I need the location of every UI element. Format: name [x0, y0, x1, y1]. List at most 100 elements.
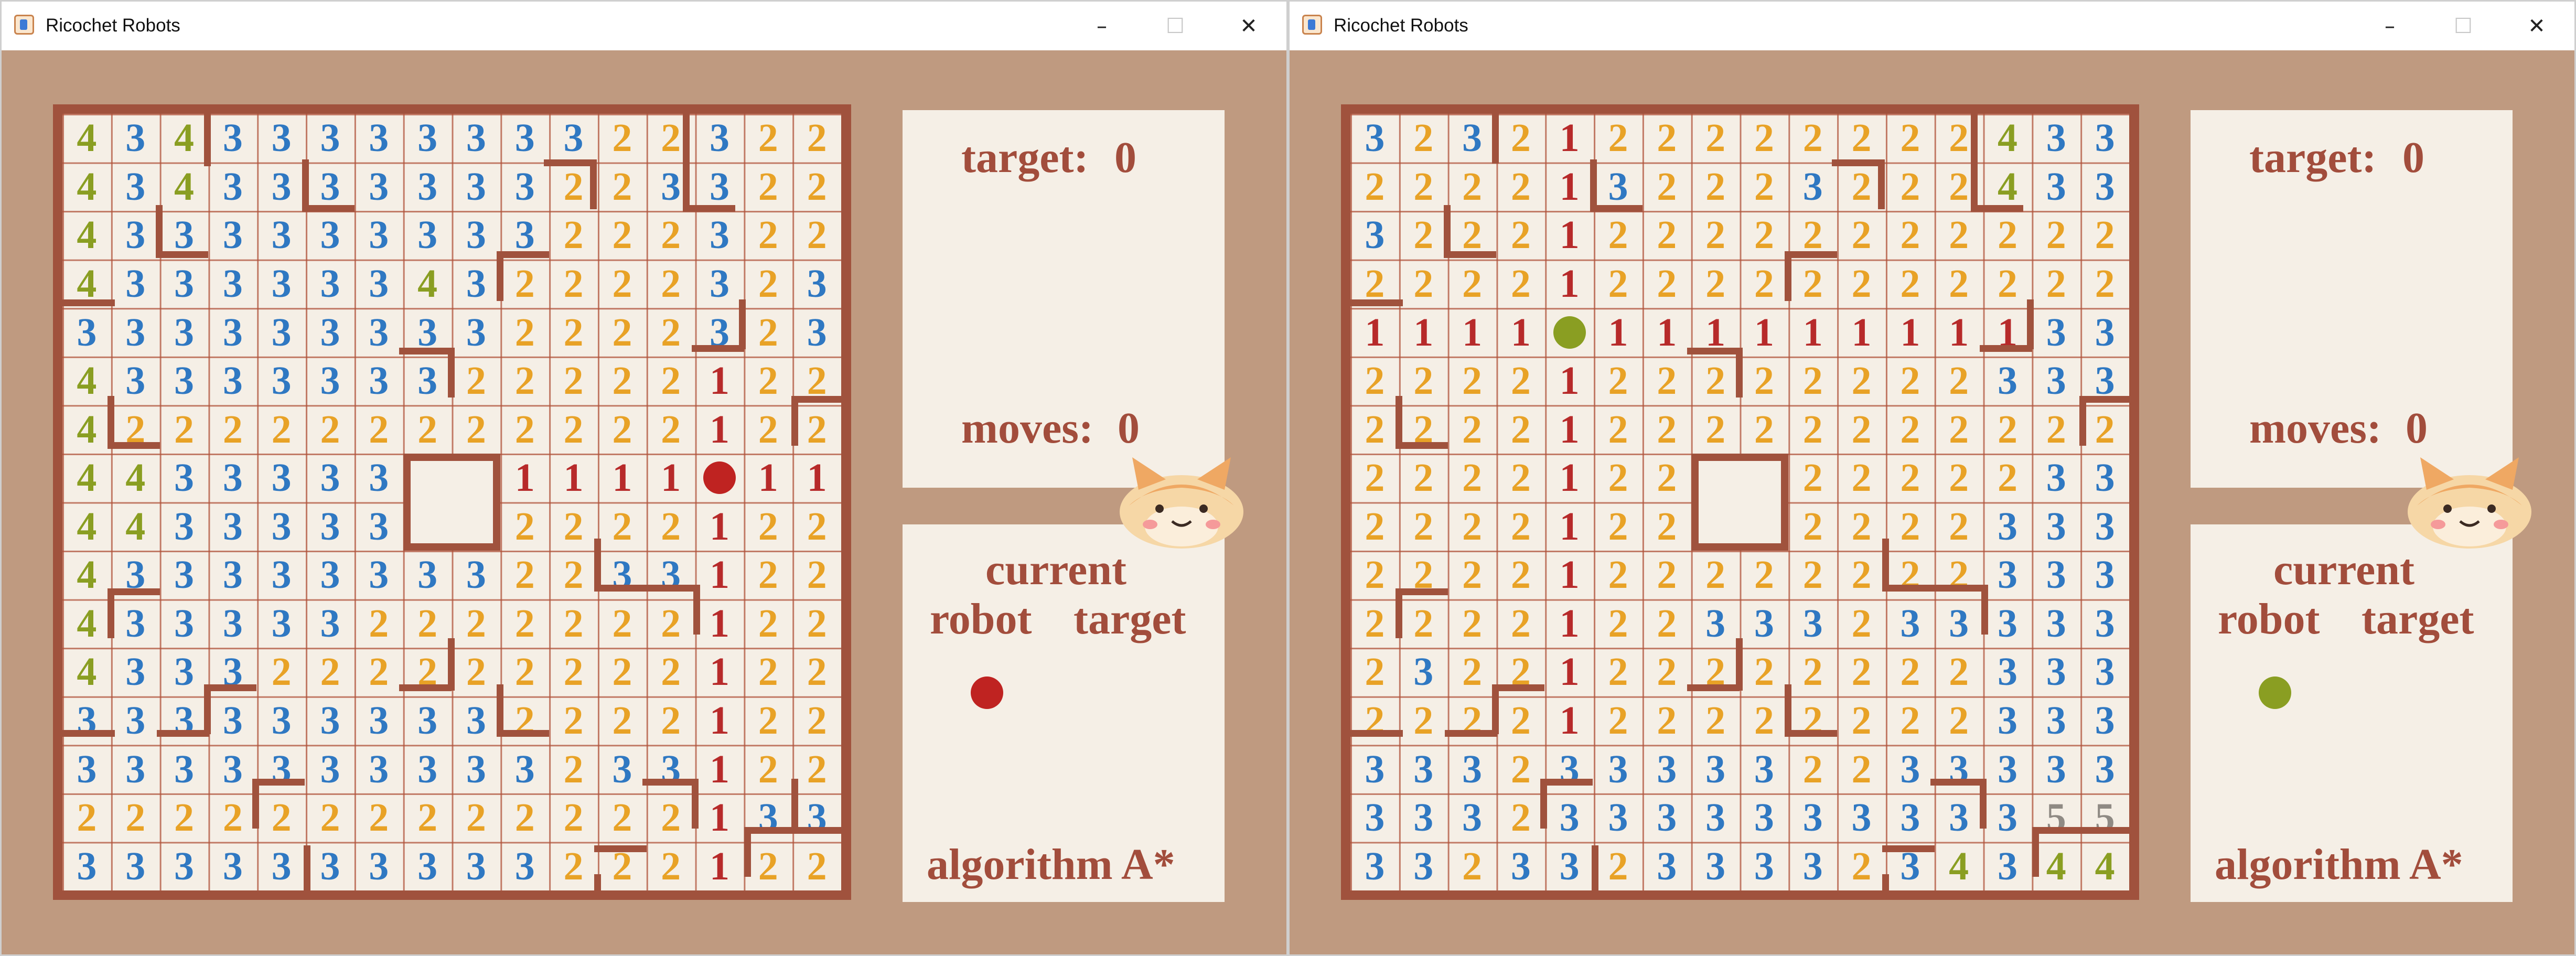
board-cell[interactable]: 4	[160, 163, 209, 211]
board-cell[interactable]: 2	[1886, 648, 1935, 696]
board-cell[interactable]: 3	[160, 745, 209, 793]
board-cell[interactable]: 3	[1788, 599, 1837, 648]
board-cell[interactable]: 2	[1448, 454, 1497, 502]
board-cell[interactable]: 2	[1350, 599, 1399, 648]
board-cell[interactable]: 3	[257, 745, 306, 793]
board-cell[interactable]: 2	[647, 260, 695, 308]
board-cell[interactable]: 2	[452, 599, 501, 648]
board-cell[interactable]: 2	[1837, 648, 1886, 696]
board-cell[interactable]: 3	[257, 308, 306, 357]
board-cell[interactable]: 3	[355, 163, 403, 211]
board-cell[interactable]: 3	[2080, 696, 2129, 745]
board-cell[interactable]: 2	[1399, 502, 1448, 551]
board-cell[interactable]: 2	[1448, 405, 1497, 454]
board-cell[interactable]: 1	[1545, 599, 1594, 648]
board-cell[interactable]: 1	[647, 454, 695, 502]
board-cell[interactable]: 3	[1643, 842, 1691, 890]
board-cell[interactable]: 2	[208, 793, 257, 842]
board-cell[interactable]: 3	[306, 745, 355, 793]
board-cell[interactable]: 2	[160, 793, 209, 842]
board-cell[interactable]: 3	[62, 696, 111, 745]
board-cell[interactable]: 3	[257, 357, 306, 405]
board-cell[interactable]: 2	[1691, 211, 1740, 260]
board-cell[interactable]: 3	[1399, 793, 1448, 842]
board-cell[interactable]: 2	[549, 842, 598, 890]
board-cell[interactable]: 2	[1643, 599, 1691, 648]
board-cell[interactable]: 3	[257, 454, 306, 502]
board-cell[interactable]: 1	[1545, 454, 1594, 502]
board-cell[interactable]: 2	[792, 502, 841, 551]
board-cell[interactable]: 4	[62, 648, 111, 696]
board-cell[interactable]: 2	[744, 551, 792, 599]
board-cell[interactable]: 2	[1496, 454, 1545, 502]
board-cell[interactable]: 3	[1545, 745, 1594, 793]
board-cell[interactable]: 2	[1643, 260, 1691, 308]
board-cell[interactable]: 3	[1935, 599, 1983, 648]
board-cell[interactable]: 2	[1886, 405, 1935, 454]
board-cell[interactable]: 3	[355, 696, 403, 745]
board-cell[interactable]: 2	[452, 793, 501, 842]
board-cell[interactable]: 2	[1448, 163, 1497, 211]
board-cell[interactable]: 3	[355, 502, 403, 551]
board-cell[interactable]: 3	[452, 551, 501, 599]
board-cell[interactable]: 3	[111, 648, 160, 696]
board-cell[interactable]: 2	[1935, 648, 1983, 696]
board-cell[interactable]: 3	[2080, 502, 2129, 551]
board-cell[interactable]: 2	[647, 696, 695, 745]
board-cell[interactable]: 3	[2080, 114, 2129, 163]
board-cell[interactable]: 2	[647, 405, 695, 454]
board-cell[interactable]: 3	[1350, 842, 1399, 890]
board-cell[interactable]: 1	[500, 454, 549, 502]
board-cell[interactable]: 2	[549, 551, 598, 599]
board-cell[interactable]: 2	[647, 842, 695, 890]
board-cell[interactable]: 2	[1740, 696, 1789, 745]
board-cell[interactable]: 2	[1399, 114, 1448, 163]
board-cell[interactable]: 2	[549, 696, 598, 745]
board-cell[interactable]: 2	[1496, 599, 1545, 648]
board-cell[interactable]: 1	[1740, 308, 1789, 357]
board-cell[interactable]: 1	[695, 357, 744, 405]
board-cell[interactable]: 3	[306, 114, 355, 163]
board-cell[interactable]: 2	[1886, 114, 1935, 163]
board-cell[interactable]: 3	[2032, 114, 2080, 163]
board-cell[interactable]: 4	[62, 502, 111, 551]
board-cell[interactable]: 2	[452, 405, 501, 454]
board-cell[interactable]: 3	[1691, 599, 1740, 648]
board-cell[interactable]: 2	[598, 648, 647, 696]
board-cell[interactable]: 3	[306, 357, 355, 405]
board-cell[interactable]: 2	[1983, 454, 2032, 502]
board-cell[interactable]: 2	[1496, 696, 1545, 745]
board-cell[interactable]: 3	[306, 599, 355, 648]
board-cell[interactable]: 2	[1594, 842, 1643, 890]
board-cell[interactable]: 2	[1350, 551, 1399, 599]
board-cell[interactable]: 2	[1740, 357, 1789, 405]
board-cell[interactable]: 4	[2032, 842, 2080, 890]
robot-token[interactable]	[703, 461, 736, 495]
board-cell[interactable]: 2	[1399, 260, 1448, 308]
board-cell[interactable]: 3	[500, 163, 549, 211]
board-cell[interactable]: 2	[1837, 502, 1886, 551]
board-cell[interactable]: 2	[1935, 260, 1983, 308]
board-cell[interactable]: 2	[647, 648, 695, 696]
board-cell[interactable]: 3	[1496, 842, 1545, 890]
board-cell[interactable]: 2	[500, 260, 549, 308]
board-cell[interactable]: 1	[549, 454, 598, 502]
board-cell[interactable]: 2	[306, 648, 355, 696]
board-cell[interactable]: 4	[62, 114, 111, 163]
board-cell[interactable]: 2	[2080, 405, 2129, 454]
board-cell[interactable]: 2	[1740, 163, 1789, 211]
board-cell[interactable]: 4	[2080, 842, 2129, 890]
board-cell[interactable]: 2	[598, 405, 647, 454]
board-cell[interactable]: 3	[2032, 163, 2080, 211]
board-cell[interactable]: 3	[500, 114, 549, 163]
board-cell[interactable]: 2	[1740, 405, 1789, 454]
board-cell[interactable]: 2	[1935, 211, 1983, 260]
board-cell[interactable]: 2	[1643, 357, 1691, 405]
board-cell[interactable]: 2	[549, 502, 598, 551]
board-cell[interactable]: 2	[111, 793, 160, 842]
board-cell[interactable]: 2	[744, 745, 792, 793]
board-cell[interactable]: 1	[695, 696, 744, 745]
board-cell[interactable]: 1	[1496, 308, 1545, 357]
board-cell[interactable]: 1	[1935, 308, 1983, 357]
board-cell[interactable]: 2	[1691, 405, 1740, 454]
